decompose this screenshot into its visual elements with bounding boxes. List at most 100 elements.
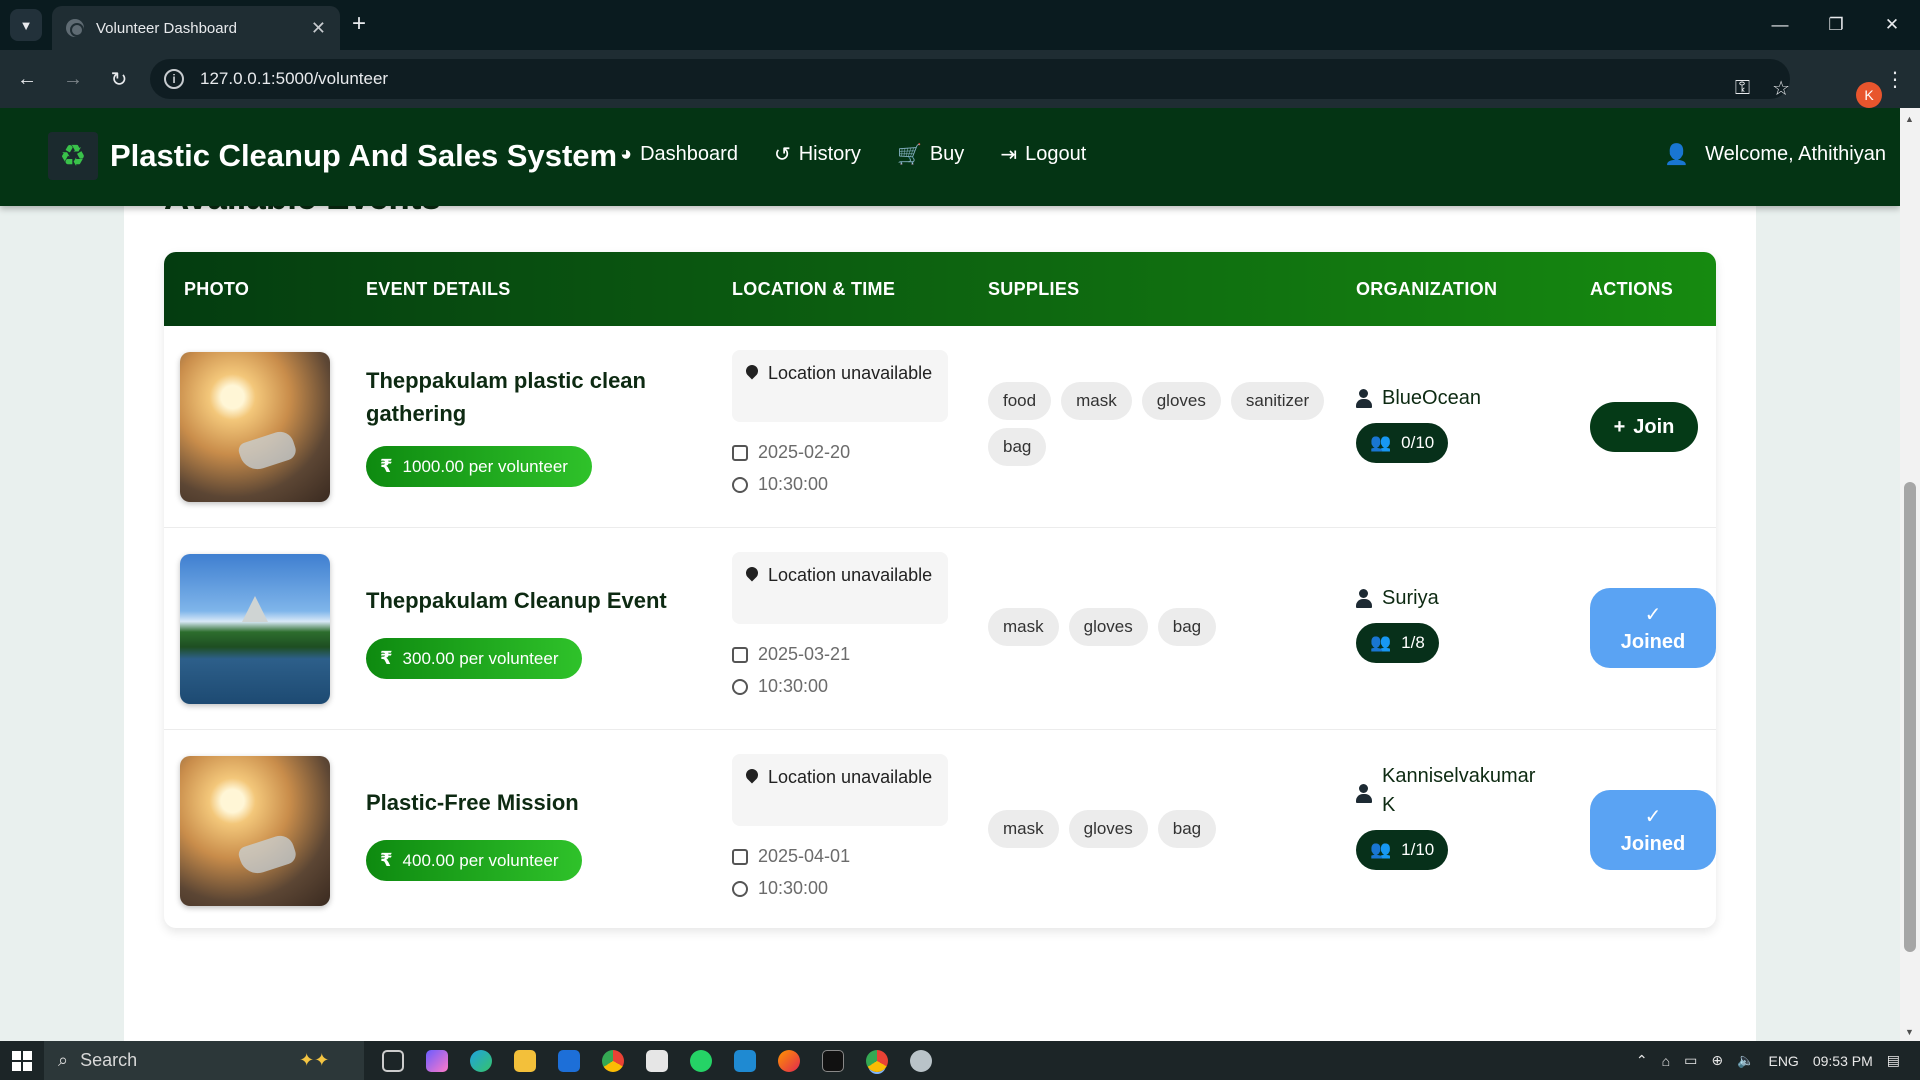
new-tab-plus-icon[interactable]: + [352, 12, 366, 36]
close-window-icon[interactable]: ✕ [1864, 0, 1920, 50]
recycle-cart-logo-icon[interactable]: ♻ [48, 132, 98, 180]
page-scrollbar[interactable]: ▲ ▼ [1900, 108, 1920, 1041]
browser-tab[interactable]: Volunteer Dashboard ✕ [52, 6, 340, 50]
reload-icon[interactable]: ↻ [104, 64, 134, 94]
cart-icon: 🛒 [896, 144, 922, 166]
location-box: Location unavailable [732, 754, 948, 826]
file-explorer-icon[interactable] [514, 1049, 536, 1072]
event-title: Theppakulam plastic clean gathering [366, 368, 646, 426]
nav-buy-label: Buy [929, 143, 965, 165]
terminal-icon[interactable] [822, 1049, 844, 1072]
price-text: 1000.00 per volunteer [402, 456, 568, 476]
url-omnibox[interactable]: i 127.0.0.1:5000/volunteer ⚿ ☆ [150, 59, 1790, 101]
clock-text[interactable]: 09:53 PM [1813, 1053, 1873, 1069]
event-date: 2025-02-20 [732, 442, 850, 463]
date-text: 2025-03-21 [758, 644, 851, 664]
volunteer-count: 1/8 [1401, 633, 1425, 652]
whatsapp-icon[interactable] [690, 1049, 712, 1072]
organization-name: BlueOcean [1356, 384, 1546, 413]
header-organization: ORGANIZATION [1356, 279, 1498, 299]
nav-logout-label: Logout [1025, 143, 1087, 165]
search-icon: ⌕ [58, 1050, 69, 1070]
password-key-icon[interactable]: ⚿ [1735, 77, 1750, 100]
calendar-icon [732, 444, 748, 461]
browser-menu-kebab-icon[interactable]: ⋮ [1880, 64, 1910, 94]
close-tab-icon[interactable]: ✕ [311, 18, 326, 39]
tab-title: Volunteer Dashboard [96, 19, 237, 37]
rupee-icon: ₹ [380, 648, 393, 668]
time-text: 10:30:00 [758, 474, 829, 494]
join-label: Join [1633, 415, 1675, 438]
vscode-icon[interactable] [734, 1049, 756, 1072]
volunteer-count-badge: 👥 1/8 [1356, 623, 1439, 663]
supply-chip: sanitizer [1230, 382, 1325, 420]
copilot-icon[interactable] [426, 1049, 448, 1072]
nav-dashboard[interactable]: ◕ Dashboard [620, 142, 738, 167]
nav-logout[interactable]: ⇥ Logout [1000, 142, 1086, 167]
table-row: Theppakulam plastic clean gathering ₹ 10… [164, 326, 1716, 528]
battery-icon[interactable]: ▭ [1684, 1052, 1697, 1069]
bookmark-star-icon[interactable]: ☆ [1772, 76, 1790, 101]
supplies-list: mask gloves bag [988, 810, 1328, 848]
site-info-icon[interactable]: i [164, 69, 184, 89]
chrome-icon[interactable] [602, 1049, 624, 1072]
store-icon[interactable] [646, 1049, 668, 1072]
header-event-details: EVENT DETAILS [366, 279, 511, 299]
price-text: 300.00 per volunteer [402, 648, 559, 668]
supplies-list: food mask gloves sanitizer bag [988, 382, 1328, 466]
users-group-icon: 👥 [1370, 840, 1392, 859]
scroll-down-arrow-icon[interactable]: ▼ [1905, 1027, 1914, 1037]
profile-avatar[interactable]: K [1856, 82, 1882, 108]
nav-buy[interactable]: 🛒 Buy [897, 142, 964, 167]
nav-links: ◕ Dashboard ↺ History 🛒 Buy ⇥ Logout [620, 142, 1086, 167]
price-badge: ₹ 300.00 per volunteer [366, 638, 583, 679]
window-controls: — ❐ ✕ [1752, 0, 1920, 50]
app-icon[interactable] [910, 1049, 932, 1072]
minimize-icon[interactable]: — [1752, 0, 1808, 50]
wifi-globe-icon[interactable]: ⊕ [1711, 1052, 1723, 1069]
scrollbar-thumb[interactable] [1904, 482, 1916, 952]
rupee-icon: ₹ [380, 456, 393, 476]
url-text: 127.0.0.1:5000/volunteer [200, 69, 389, 88]
language-indicator[interactable]: ENG [1768, 1053, 1798, 1069]
scroll-up-arrow-icon[interactable]: ▲ [1905, 114, 1914, 124]
price-badge: ₹ 400.00 per volunteer [366, 840, 583, 881]
organization-name: Kanniselvakumar K [1356, 762, 1546, 820]
event-photo [180, 352, 330, 502]
joined-button[interactable]: ✓ Joined [1590, 588, 1716, 668]
tab-search-chevron-icon[interactable]: ▼ [10, 9, 42, 41]
restore-icon[interactable]: ❐ [1808, 0, 1864, 50]
dashboard-gauge-icon: ◕ [620, 143, 633, 165]
notifications-icon[interactable]: ▤ [1887, 1052, 1900, 1069]
organizer-user-icon [1356, 389, 1372, 409]
supply-chip: gloves [1068, 608, 1148, 646]
firefox-icon[interactable] [778, 1049, 800, 1072]
chrome-active-icon[interactable] [866, 1049, 888, 1072]
start-button[interactable] [0, 1041, 44, 1080]
taskbar-apps [382, 1049, 932, 1072]
price-badge: ₹ 1000.00 per volunteer [366, 446, 592, 487]
table-row: Theppakulam Cleanup Event ₹ 300.00 per v… [164, 528, 1716, 730]
supply-chip: food [988, 382, 1052, 420]
event-title: Theppakulam Cleanup Event [366, 588, 667, 613]
system-tray: ⌃ ⌂ ▭ ⊕ 🔈 ENG 09:53 PM ▤ [1636, 1041, 1920, 1080]
history-icon: ↺ [773, 144, 791, 166]
join-button[interactable]: + Join [1590, 402, 1698, 452]
task-view-icon[interactable] [382, 1049, 404, 1072]
outlook-icon[interactable] [558, 1049, 580, 1072]
nav-history[interactable]: ↺ History [774, 142, 861, 167]
calendar-icon [732, 646, 748, 663]
location-text: Location unavailable [768, 363, 933, 383]
forward-arrow-icon[interactable]: → [58, 64, 88, 94]
back-arrow-icon[interactable]: ← [12, 64, 42, 94]
tray-chevron-icon[interactable]: ⌃ [1636, 1052, 1648, 1069]
event-photo [180, 554, 330, 704]
brand-title[interactable]: Plastic Cleanup And Sales System [110, 138, 617, 174]
volume-icon[interactable]: 🔈 [1737, 1052, 1754, 1069]
edge-icon[interactable] [470, 1049, 492, 1072]
joined-button[interactable]: ✓ Joined [1590, 790, 1716, 870]
header-actions: ACTIONS [1590, 279, 1674, 299]
network-icon[interactable]: ⌂ [1662, 1053, 1670, 1069]
time-text: 10:30:00 [758, 676, 829, 696]
taskbar-search[interactable]: ⌕ Search ✦✦ [44, 1041, 364, 1080]
